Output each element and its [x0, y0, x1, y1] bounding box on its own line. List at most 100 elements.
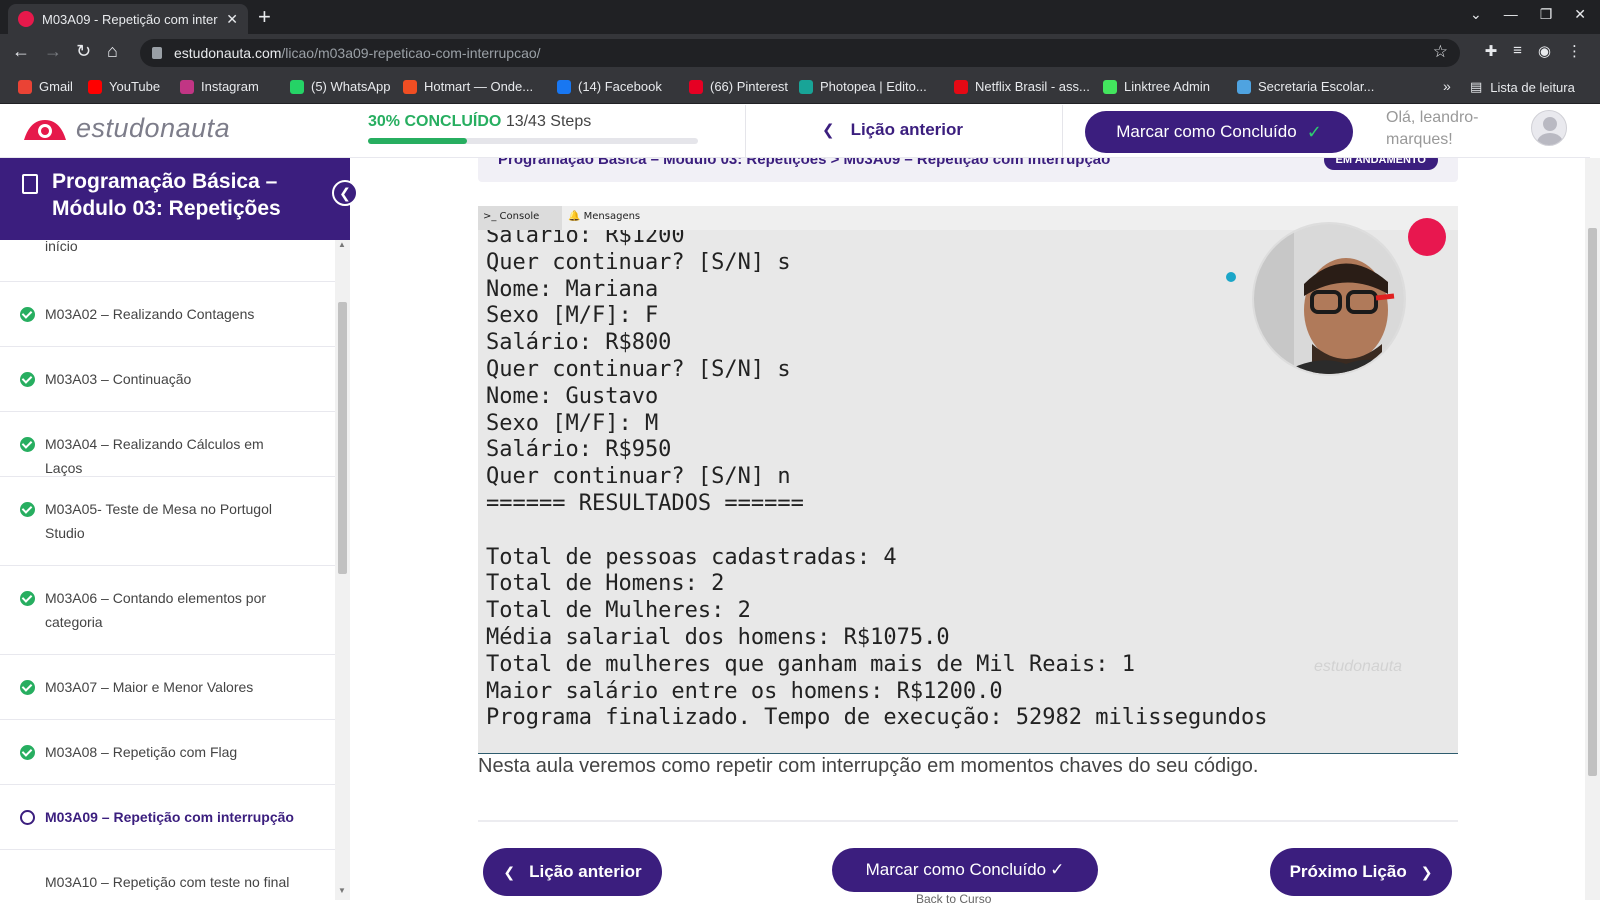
sidebar-scrollbar[interactable]: ▲ ▼	[335, 240, 350, 900]
sidebar-lesson-item[interactable]: M03A05- Teste de Mesa no Portugol Studio	[0, 477, 335, 566]
scroll-up-icon[interactable]: ▲	[338, 240, 346, 249]
bookmark-item[interactable]: Instagram	[180, 79, 259, 94]
url-path: /licao/m03a09-repeticao-com-interrupcao/	[281, 45, 541, 61]
bookmark-item[interactable]: Secretaria Escolar...	[1237, 79, 1374, 94]
bookmark-label: Netflix Brasil - ass...	[975, 79, 1090, 94]
lesson-list: início M03A02 – Realizando Contagens M03A0…	[0, 240, 335, 900]
bookmark-label: Linktree Admin	[1124, 79, 1210, 94]
bookmark-item[interactable]: YouTube	[88, 79, 160, 94]
bookmark-item[interactable]: Linktree Admin	[1103, 79, 1210, 94]
sidebar-lesson-item[interactable]: M03A07 – Maior e Menor Valores	[0, 655, 335, 720]
progress-steps: 13/43 Steps	[505, 113, 592, 130]
avatar[interactable]	[1531, 110, 1567, 146]
bookmark-item[interactable]: Photopea | Edito...	[799, 79, 927, 94]
next-lesson-button[interactable]: Próximo Lição ❯	[1270, 848, 1452, 896]
progress-fill	[368, 138, 467, 144]
bookmark-favicon-icon	[88, 79, 102, 94]
console-line: Maior salário entre os homens: R$1200.0	[486, 678, 1003, 704]
console-line: Programa finalizado. Tempo de execução: …	[486, 705, 1268, 731]
video-bottom-line	[478, 753, 1458, 754]
restore-icon[interactable]: ❐	[1540, 6, 1553, 23]
breadcrumb-text[interactable]: Programação Básica – Módulo 03: Repetiçõ…	[498, 158, 1110, 168]
extension-icons: ✚ ≡ ◉ ⋮	[1485, 42, 1582, 60]
document-icon	[22, 174, 38, 194]
minimize-icon[interactable]: —	[1504, 6, 1518, 23]
media-control-icon[interactable]: ≡	[1513, 42, 1522, 60]
page-scroll-thumb[interactable]	[1588, 228, 1597, 776]
menu-kebab-icon[interactable]: ⋮	[1567, 42, 1582, 60]
site-header: estudonauta 30% CONCLUÍDO 13/43 Steps ❮ …	[0, 105, 1590, 158]
bookmark-favicon-icon	[180, 79, 194, 94]
bookmark-item[interactable]: Hotmart — Onde...	[403, 79, 533, 94]
console-line: Salário: R$950	[486, 437, 672, 463]
page-scrollbar[interactable]	[1585, 158, 1600, 900]
presenter-image	[1254, 224, 1404, 374]
chevron-right-icon: ❯	[1420, 863, 1433, 880]
browser-tab[interactable]: M03A09 - Repetição com inter ✕	[8, 4, 248, 34]
sidebar-lesson-label: M03A07 – Maior e Menor Valores	[45, 679, 254, 695]
back-arrow-icon[interactable]: ←	[12, 41, 30, 62]
bookmark-star-icon[interactable]: ☆	[1433, 42, 1448, 62]
bookmark-item[interactable]: (66) Pinterest	[689, 79, 788, 94]
prev-lesson-button[interactable]: ❮ Lição anterior	[483, 848, 662, 896]
more-bookmarks-icon[interactable]: »	[1443, 78, 1451, 94]
bookmark-favicon-icon	[799, 79, 813, 94]
bookmark-item[interactable]: (5) WhatsApp	[290, 79, 390, 94]
forward-arrow-icon[interactable]: →	[44, 41, 62, 62]
bookmark-label: (5) WhatsApp	[311, 79, 391, 94]
mark-complete-button[interactable]: Marcar como Concluído ✓	[832, 848, 1098, 892]
sidebar-lesson-item[interactable]: M03A03 – Continuação	[0, 347, 335, 412]
lesson-video[interactable]: >_ Console 🔔 Mensagens Salário: R$1200 Qu…	[478, 206, 1458, 754]
next-lesson-label: Próximo Lição	[1289, 862, 1407, 881]
sidebar-lesson-item[interactable]: M03A06 – Contando elementos por categori…	[0, 566, 335, 655]
sidebar-lesson-label: M03A10 – Repetição com teste no final	[45, 874, 290, 890]
completed-check-icon	[20, 745, 35, 760]
extensions-puzzle-icon[interactable]: ✚	[1485, 42, 1498, 60]
console-line: Nome: Gustavo	[486, 383, 659, 409]
progress-bar	[368, 138, 698, 144]
estudonauta-logo[interactable]: estudonauta	[20, 113, 230, 144]
sidebar-lesson-item[interactable]: M03A10 – Repetição com teste no final	[0, 850, 335, 900]
prev-lesson-label: Lição anterior	[529, 862, 642, 881]
bookmark-item[interactable]: (14) Facebook	[557, 79, 662, 94]
browser-tabstrip: M03A09 - Repetição com inter ✕ + ⌄ — ❐ ✕	[0, 0, 1600, 34]
new-tab-icon[interactable]: +	[258, 5, 271, 29]
reading-list[interactable]: ▤ Lista de leitura	[1470, 79, 1575, 95]
profile-icon[interactable]: ◉	[1538, 42, 1551, 60]
close-tab-icon[interactable]: ✕	[226, 11, 238, 28]
address-bar[interactable]: estudonauta.com /licao/m03a09-repeticao-…	[140, 39, 1460, 67]
reading-list-icon: ▤	[1470, 79, 1483, 94]
sidebar-lesson-label: início	[45, 240, 78, 254]
close-window-icon[interactable]: ✕	[1574, 6, 1586, 23]
sidebar-lesson-item[interactable]: M03A02 – Realizando Contagens	[0, 282, 335, 347]
bell-icon: 🔔	[568, 211, 581, 222]
reload-icon[interactable]: ↻	[76, 41, 91, 62]
bookmark-label: Gmail	[39, 79, 73, 94]
sidebar-lesson-item[interactable]: M03A04 – Realizando Cálculos em Laços	[0, 412, 335, 477]
completed-check-icon	[20, 307, 35, 322]
bookmark-item[interactable]: Gmail	[18, 79, 73, 94]
bookmark-favicon-icon	[403, 79, 417, 94]
sidebar-lesson-item[interactable]: M03A09 – Repetição com interrupção	[0, 785, 335, 850]
sidebar-lesson-item[interactable]: M03A08 – Repetição com Flag	[0, 720, 335, 785]
home-icon[interactable]: ⌂	[107, 41, 118, 62]
bookmark-item[interactable]: Netflix Brasil - ass...	[954, 79, 1090, 94]
sidebar-scroll-thumb[interactable]	[338, 302, 347, 574]
scroll-down-icon[interactable]: ▼	[338, 886, 346, 895]
completed-check-icon	[20, 437, 35, 452]
header-prev-lesson-link[interactable]: ❮ Lição anterior	[822, 120, 963, 140]
bookmark-favicon-icon	[18, 79, 32, 94]
console-line: Quer continuar? [S/N] n	[486, 464, 791, 490]
bookmark-favicon-icon	[689, 79, 703, 94]
tab-search-icon[interactable]: ⌄	[1470, 6, 1482, 23]
tab-title: M03A09 - Repetição com inter	[42, 11, 218, 27]
bookmarks-bar: Gmail YouTube Instagram (5) WhatsApp Hotmart…	[0, 72, 1600, 104]
header-mark-complete-button[interactable]: Marcar como Concluído ✓	[1085, 111, 1353, 153]
recording-indicator	[1408, 218, 1446, 256]
course-title[interactable]: Programação Básica – Módulo 03: Repetiçõ…	[52, 168, 322, 222]
back-to-course-link[interactable]: Back to Curso	[916, 892, 991, 906]
check-icon: ✓	[1050, 860, 1065, 879]
collapse-sidebar-button[interactable]: ❮	[332, 180, 358, 206]
sidebar-lesson-item[interactable]: início	[0, 240, 335, 282]
bookmark-label: Secretaria Escolar...	[1258, 79, 1375, 94]
